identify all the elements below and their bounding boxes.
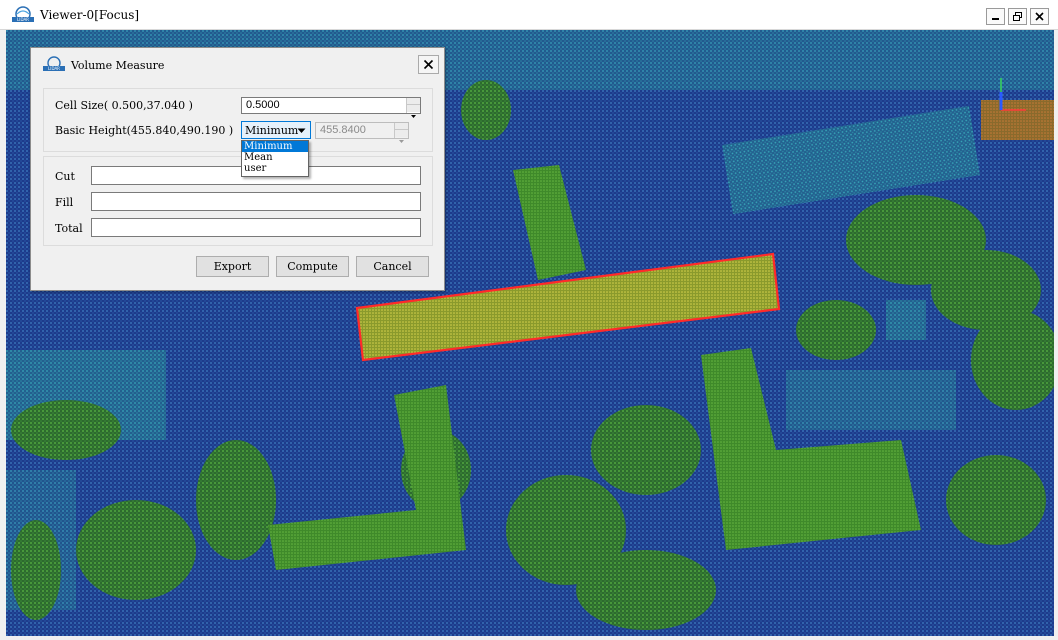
spin-up-button [395, 123, 408, 137]
combobox-selected-value: Minimum [245, 124, 299, 137]
basic-height-value: 455.8400 [320, 124, 366, 136]
cut-label: Cut [55, 170, 75, 183]
arrow-down-icon [411, 115, 416, 118]
spin-down-button [395, 130, 408, 143]
close-icon [1035, 12, 1044, 21]
orange-roof [981, 100, 1054, 140]
basic-height-stepper [394, 123, 408, 143]
spin-up-button[interactable] [407, 98, 420, 112]
svg-text:LIDAR: LIDAR [17, 17, 29, 22]
dropdown-option-minimum[interactable]: Minimum [242, 141, 308, 152]
compute-button[interactable]: Compute [276, 256, 349, 277]
cell-size-label: Cell Size( 0.500,37.040 ) [55, 99, 193, 112]
lidar-logo-icon: LIDAR [43, 56, 65, 71]
restore-icon [1013, 12, 1022, 21]
lidar-logo-icon: LIDAR [12, 6, 34, 22]
close-button[interactable] [1030, 8, 1049, 25]
cell-size-value: 0.5000 [246, 99, 280, 111]
cancel-button[interactable]: Cancel [356, 256, 429, 277]
dropdown-option-user[interactable]: user [242, 163, 308, 174]
spin-down-button[interactable] [407, 105, 420, 118]
fill-field[interactable] [91, 192, 421, 211]
window-titlebar: LIDAR Viewer-0[Focus] [0, 0, 1058, 30]
chevron-down-icon [297, 128, 306, 133]
total-field[interactable] [91, 218, 421, 237]
window-title: Viewer-0[Focus] [40, 8, 140, 22]
basic-height-method-dropdown[interactable]: Minimum Mean user [241, 140, 309, 177]
arrow-down-icon [399, 140, 404, 143]
svg-text:LIDAR: LIDAR [48, 66, 60, 71]
basic-height-method-combobox[interactable]: Minimum [241, 121, 311, 139]
restore-button[interactable] [1008, 8, 1027, 25]
cell-size-spinbox[interactable]: 0.5000 [241, 97, 421, 118]
total-label: Total [55, 222, 83, 235]
minimize-icon [992, 18, 999, 20]
close-icon [423, 59, 434, 70]
minimize-button[interactable] [986, 8, 1005, 25]
basic-height-spinbox: 455.8400 [315, 122, 409, 143]
fill-label: Fill [55, 196, 74, 209]
dialog-close-button[interactable] [418, 55, 439, 74]
cell-size-stepper[interactable] [406, 98, 420, 118]
volume-measure-dialog: LIDAR Volume Measure Cell Size( 0.500,37… [30, 47, 445, 291]
dialog-title: Volume Measure [71, 59, 165, 72]
dropdown-option-mean[interactable]: Mean [242, 152, 308, 163]
export-button[interactable]: Export [196, 256, 269, 277]
basic-height-label: Basic Height(455.840,490.190 ) [55, 124, 234, 137]
